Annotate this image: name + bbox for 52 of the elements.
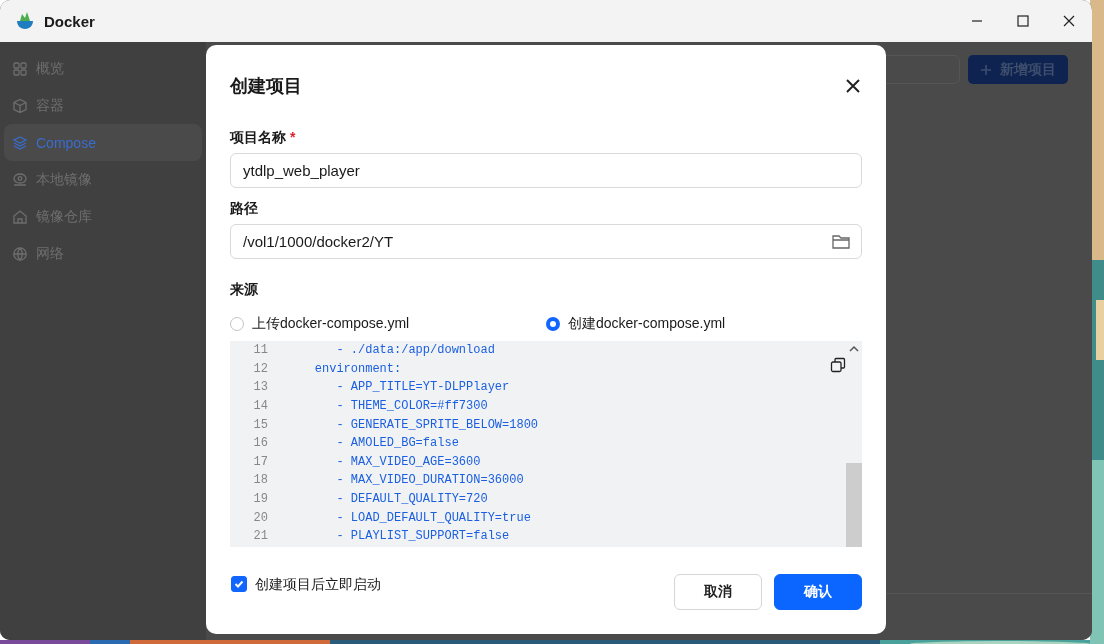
field-label: 路径 [230, 200, 258, 216]
sidebar-item[interactable]: Compose [4, 124, 202, 161]
code-line: - LOAD_DEFAULT_QUALITY=true [335, 510, 531, 525]
window-title: Docker [44, 12, 95, 30]
path-field[interactable]: /vol1/1000/docker2/YT [230, 224, 862, 259]
radio-icon[interactable] [546, 317, 560, 331]
globe-icon [12, 245, 28, 262]
scrollbar-thumb[interactable] [846, 463, 862, 547]
code-line: environment: [313, 361, 402, 376]
line-number: 12 [252, 361, 268, 376]
grid-icon [12, 60, 28, 77]
code-line: - DEFAULT_QUALITY=720 [335, 492, 488, 507]
radio-option[interactable]: 上传docker-compose.yml [230, 315, 546, 333]
required-mark: * [290, 129, 296, 145]
checkbox[interactable] [231, 576, 247, 592]
code-line: - ./data:/app/download [335, 343, 495, 358]
input-field[interactable]: ytdlp_web_player [230, 153, 862, 188]
field-label: 来源 [230, 281, 258, 297]
layers-icon [12, 134, 28, 151]
app-logo-icon [14, 10, 36, 32]
folder-icon[interactable] [831, 232, 851, 251]
cube-icon [12, 97, 28, 114]
confirm-button[interactable]: 确认 [774, 574, 862, 610]
cancel-button[interactable]: 取消 [674, 574, 762, 610]
line-number: 13 [252, 380, 268, 395]
scroll-up-icon[interactable] [849, 345, 859, 353]
line-number: 17 [252, 454, 268, 469]
radio-option[interactable]: 创建docker-compose.yml [546, 315, 862, 333]
line-number: 15 [252, 417, 268, 432]
close-icon[interactable] [846, 79, 860, 93]
copy-icon[interactable] [830, 357, 846, 373]
dialog-title: 创建项目 [230, 75, 302, 98]
code-line: - AMOLED_BG=false [335, 436, 459, 451]
house-icon [12, 208, 28, 225]
line-number: 11 [252, 343, 268, 358]
checkbox-label: 创建项目后立即启动 [255, 576, 381, 594]
plus-icon [980, 63, 992, 76]
code-line: - GENERATE_SPRITE_BELOW=1800 [335, 417, 539, 432]
line-number: 21 [252, 529, 268, 544]
code-line: - THEME_COLOR=#ff7300 [335, 399, 488, 414]
code-line: - PLAYLIST_SUPPORT=false [335, 529, 510, 544]
line-number: 14 [252, 399, 268, 414]
code-line: - MAX_VIDEO_DURATION=36000 [335, 473, 524, 488]
check-icon [234, 579, 244, 589]
line-number: 20 [252, 510, 268, 525]
code-editor[interactable] [230, 341, 862, 547]
code-line: - APP_TITLE=YT-DLPPlayer [335, 380, 510, 395]
line-number: 16 [252, 436, 268, 451]
field-label: 项目名称 [230, 129, 286, 145]
code-line: - MAX_VIDEO_AGE=3600 [335, 454, 481, 469]
line-number: 19 [252, 492, 268, 507]
line-number: 18 [252, 473, 268, 488]
